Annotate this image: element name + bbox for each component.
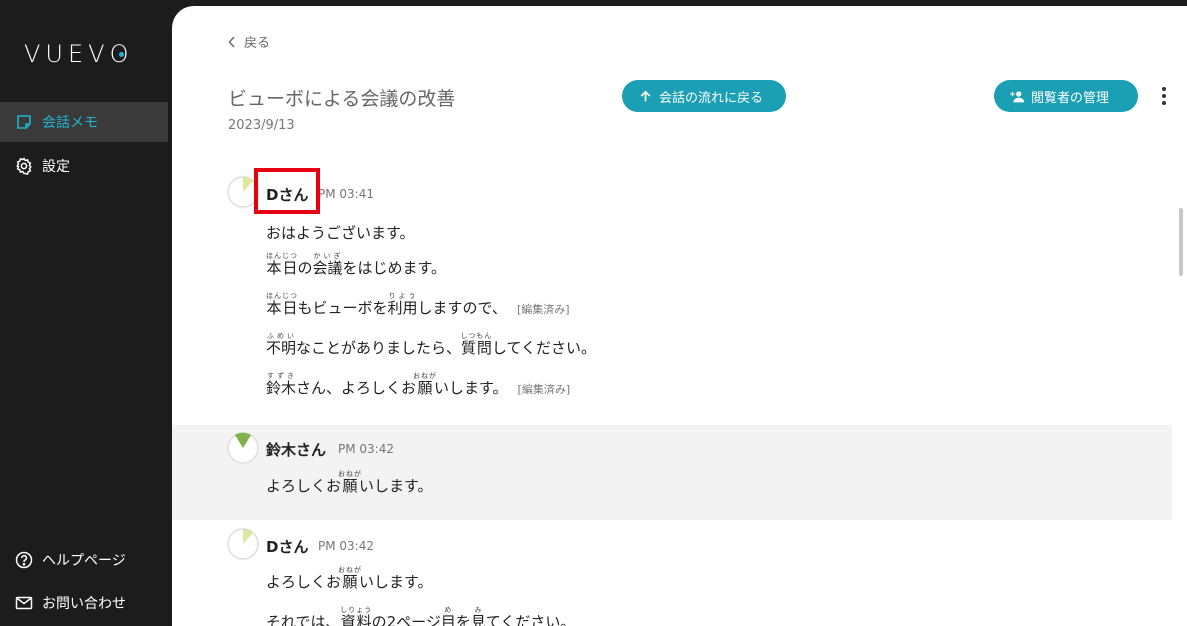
sender-name: 鈴木さん xyxy=(266,441,327,459)
help-icon xyxy=(15,551,33,569)
sidebar-item-label: 設定 xyxy=(42,159,70,175)
message-item: Dさん PM 03:41 おはようございます。 本日ほんじつの会議かいぎをはじめ… xyxy=(172,166,1172,406)
back-label: 戻る xyxy=(244,36,271,51)
avatar-icon xyxy=(227,528,259,560)
avatar-icon xyxy=(227,432,259,464)
more-options-icon[interactable] xyxy=(1157,86,1171,106)
vuevo-logo[interactable]: VUEVO xyxy=(24,40,133,68)
manage-viewers-label: 閲覧者の管理 xyxy=(1031,90,1110,106)
page-date: 2023/9/13 xyxy=(228,118,295,133)
sender-name: Dさん xyxy=(266,538,309,556)
add-user-icon xyxy=(1010,90,1025,102)
message-line: 本日ほんじつの会議かいぎをはじめます。 xyxy=(266,252,447,277)
page-title: ビューボによる会議の改善 xyxy=(228,88,456,110)
edited-label: [編集済み] xyxy=(516,303,570,316)
chevron-left-icon xyxy=(228,36,235,47)
message-line: 鈴木すずきさん、よろしくお願おねがいします。 [編集済み] xyxy=(266,372,571,397)
sidebar-item-contact[interactable]: お問い合わせ xyxy=(0,583,168,623)
message-item: Dさん PM 03:42 よろしくお願おねがいします。 それでは、資料しりょうの… xyxy=(172,520,1172,626)
back-to-flow-label: 会話の流れに戻る xyxy=(659,90,764,106)
message-line: よろしくお願おねがいします。 xyxy=(266,566,433,591)
note-icon xyxy=(17,115,31,129)
back-to-flow-button[interactable]: 会話の流れに戻る xyxy=(622,80,786,112)
sidebar-item-conversation-memo[interactable]: 会話メモ xyxy=(0,102,168,142)
sidebar-item-label: お問い合わせ xyxy=(42,596,126,612)
manage-viewers-button[interactable]: 閲覧者の管理 xyxy=(994,80,1138,112)
message-time: PM 03:42 xyxy=(318,539,374,553)
highlight-annotation-box xyxy=(254,168,320,214)
sidebar-item-label: ヘルプページ xyxy=(42,553,126,569)
sidebar-item-label: 会話メモ xyxy=(42,115,98,131)
back-link[interactable]: 戻る xyxy=(228,32,270,51)
sidebar: VUEVO 会話メモ 設定 ヘルプページ お問い合わせ xyxy=(0,0,172,626)
sidebar-item-settings[interactable]: 設定 xyxy=(0,146,168,186)
message-line: それでは、資料しりょうの2ページ目めを見みてください。 xyxy=(266,606,576,626)
message-time: PM 03:42 xyxy=(338,442,394,456)
message-line: おはようございます。 xyxy=(266,224,415,242)
main-panel: 戻る ビューボによる会議の改善 2023/9/13 会話の流れに戻る 閲覧者の管… xyxy=(172,6,1187,626)
message-line: よろしくお願おねがいします。 xyxy=(266,470,433,495)
message-line: 不明ふめいなことがありましたら、質問しつもんしてください。 xyxy=(266,332,596,357)
edited-label: [編集済み] xyxy=(517,383,571,396)
arrow-up-icon xyxy=(640,90,651,101)
gear-icon xyxy=(16,157,32,175)
message-item: 鈴木さん PM 03:42 よろしくお願おねがいします。 xyxy=(172,425,1172,520)
mail-icon xyxy=(15,596,33,610)
message-time: PM 03:41 xyxy=(318,187,374,201)
scrollbar[interactable] xyxy=(1179,208,1183,276)
message-line: 本日ほんじつもビューボを利用りようしますので、 [編集済み] xyxy=(266,292,570,317)
sidebar-item-help[interactable]: ヘルプページ xyxy=(0,540,168,580)
